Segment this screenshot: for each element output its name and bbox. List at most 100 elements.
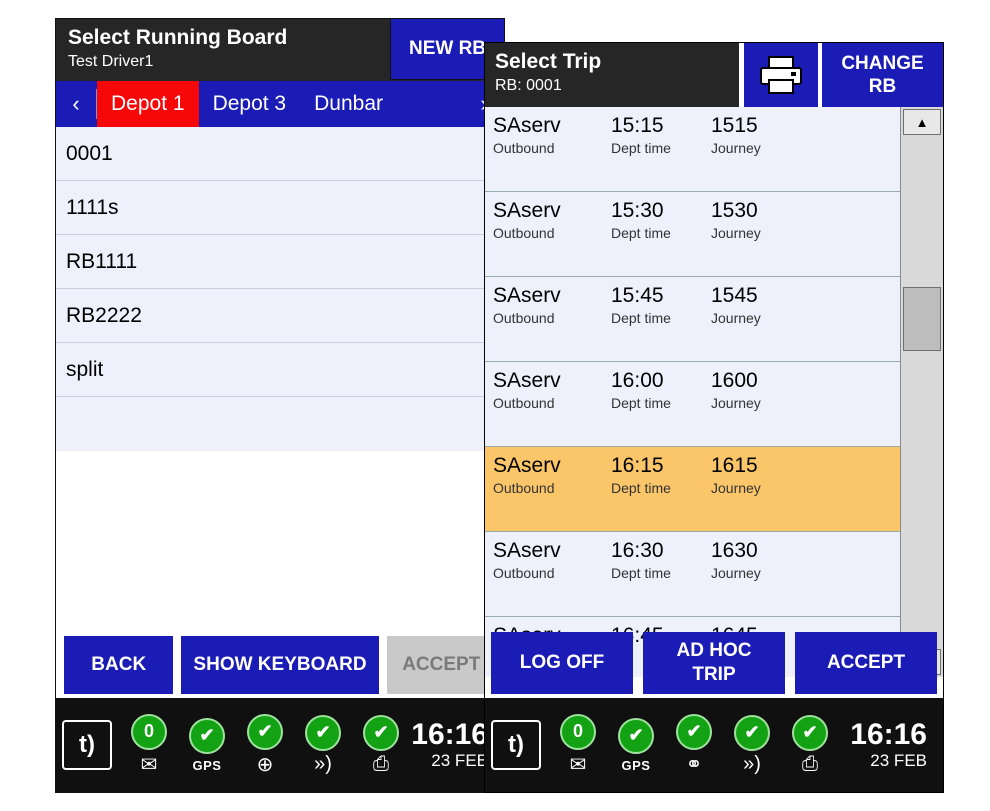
list-item[interactable]: split bbox=[56, 343, 504, 397]
trip-service-label: Outbound bbox=[493, 565, 555, 581]
accept-trip-button[interactable]: ACCEPT bbox=[795, 632, 937, 694]
back-status-bar: t) 0 ✉ ✔ GPS ✔ ⊕ ✔ ») ✔ ⎙ 16:16 23 FEB bbox=[56, 698, 504, 792]
trip-service-label: Outbound bbox=[493, 140, 555, 156]
trip-journey: 1615 bbox=[711, 454, 758, 477]
scrollbar[interactable]: ▲ ▼ bbox=[900, 107, 943, 677]
status-messages[interactable]: 0 ✉ bbox=[120, 713, 178, 777]
check-icon: ✔ bbox=[734, 714, 770, 751]
check-icon: ✔ bbox=[305, 714, 341, 751]
depot-navbar: ‹ Depot 1 Depot 3 Dunbar › bbox=[56, 81, 504, 127]
trip-journey-label: Journey bbox=[711, 480, 761, 496]
front-window-header: Select Trip RB: 0001 bbox=[485, 43, 739, 107]
change-rb-button[interactable]: CHANGE RB bbox=[822, 43, 943, 107]
status-printer[interactable]: ✔ ⎙ bbox=[781, 714, 839, 776]
trip-dept-label: Dept time bbox=[611, 395, 671, 411]
trip-service-label: Outbound bbox=[493, 395, 555, 411]
trip-dept-label: Dept time bbox=[611, 225, 671, 241]
trip-journey: 1630 bbox=[711, 539, 758, 562]
show-keyboard-button[interactable]: SHOW KEYBOARD bbox=[181, 636, 379, 694]
check-icon: ✔ bbox=[189, 717, 225, 754]
scrollbar-thumb[interactable] bbox=[903, 287, 941, 351]
list-item[interactable]: RB2222 bbox=[56, 289, 504, 343]
log-off-button[interactable]: LOG OFF bbox=[491, 632, 633, 694]
trip-journey-label: Journey bbox=[711, 565, 761, 581]
front-window-button-row: LOG OFF AD HOC TRIP ACCEPT bbox=[485, 628, 943, 698]
trip-dept: 15:45 bbox=[611, 284, 664, 307]
trip-dept-label: Dept time bbox=[611, 480, 671, 496]
printer-icon: ⎙ bbox=[373, 752, 389, 775]
status-radio[interactable]: ✔ ») bbox=[294, 714, 352, 776]
trip-service-label: Outbound bbox=[493, 225, 555, 241]
trip-dept-label: Dept time bbox=[611, 565, 671, 581]
list-item[interactable]: 0001 bbox=[56, 127, 504, 181]
message-count-badge: 0 bbox=[131, 713, 167, 750]
change-rb-line1: CHANGE bbox=[841, 53, 924, 74]
check-icon: ✔ bbox=[618, 717, 654, 754]
signal-icon: ») bbox=[743, 752, 761, 775]
scroll-up-button[interactable]: ▲ bbox=[903, 109, 941, 135]
list-item[interactable]: 1111s bbox=[56, 181, 504, 235]
trip-dept-label: Dept time bbox=[611, 140, 671, 156]
accept-button[interactable]: ACCEPT bbox=[386, 636, 496, 694]
trip-journey-label: Journey bbox=[711, 395, 761, 411]
table-row[interactable]: SAserv Outbound 15:15 Dept time 1515 Jou… bbox=[485, 107, 901, 192]
print-button[interactable] bbox=[744, 43, 818, 107]
trip-journey: 1515 bbox=[711, 114, 758, 137]
trip-service-label: Outbound bbox=[493, 310, 555, 326]
trip-service: SAserv bbox=[493, 369, 561, 392]
status-messages[interactable]: 0 ✉ bbox=[549, 713, 607, 777]
trip-journey-label: Journey bbox=[711, 225, 761, 241]
running-board-list: 0001 1111s RB1111 RB2222 split bbox=[56, 127, 504, 451]
list-item[interactable] bbox=[56, 397, 504, 451]
running-board-id: RB: 0001 bbox=[495, 77, 562, 94]
app-logo: t) bbox=[491, 720, 541, 770]
trip-list: SAserv Outbound 15:15 Dept time 1515 Jou… bbox=[485, 107, 901, 677]
table-row[interactable]: SAserv Outbound 16:00 Dept time 1600 Jou… bbox=[485, 362, 901, 447]
status-gps[interactable]: ✔ GPS bbox=[607, 717, 665, 773]
clock-date: 23 FEB bbox=[431, 751, 488, 770]
check-icon: ✔ bbox=[363, 714, 399, 751]
trip-dept: 15:15 bbox=[611, 114, 664, 137]
trip-list-area: SAserv Outbound 15:15 Dept time 1515 Jou… bbox=[485, 107, 943, 677]
table-row[interactable]: SAserv Outbound 15:30 Dept time 1530 Jou… bbox=[485, 192, 901, 277]
trip-dept: 15:30 bbox=[611, 199, 664, 222]
table-row-selected[interactable]: SAserv Outbound 16:15 Dept time 1615 Jou… bbox=[485, 447, 901, 532]
trip-service: SAserv bbox=[493, 284, 561, 307]
table-row[interactable]: SAserv Outbound 15:45 Dept time 1545 Jou… bbox=[485, 277, 901, 362]
prev-depot-icon[interactable]: ‹ bbox=[56, 81, 96, 127]
status-printer[interactable]: ✔ ⎙ bbox=[352, 714, 410, 776]
back-button[interactable]: BACK bbox=[64, 636, 174, 694]
trip-journey: 1530 bbox=[711, 199, 758, 222]
mail-icon: ✉ bbox=[569, 753, 587, 776]
depot-tab-3[interactable]: Dunbar bbox=[300, 81, 397, 127]
list-item[interactable]: RB1111 bbox=[56, 235, 504, 289]
status-network[interactable]: ✔ ⊕ bbox=[236, 713, 294, 777]
select-trip-window: Select Trip RB: 0001 CHANGE RB SAserv Ou… bbox=[484, 42, 944, 793]
printer-icon bbox=[760, 56, 802, 94]
gps-label: GPS bbox=[192, 757, 222, 773]
trip-service-label: Outbound bbox=[493, 480, 555, 496]
status-radio[interactable]: ✔ ») bbox=[723, 714, 781, 776]
trip-service: SAserv bbox=[493, 539, 561, 562]
depot-tab-1[interactable]: Depot 1 bbox=[97, 81, 199, 127]
clock-date: 23 FEB bbox=[870, 751, 927, 770]
depot-tab-2[interactable]: Depot 3 bbox=[199, 81, 301, 127]
ad-hoc-trip-button[interactable]: AD HOC TRIP bbox=[643, 632, 785, 694]
app-logo: t) bbox=[62, 720, 112, 770]
globe-icon: ⚭ bbox=[685, 753, 703, 776]
clock-time: 16:16 bbox=[850, 718, 927, 751]
table-row[interactable]: SAserv Outbound 16:30 Dept time 1630 Jou… bbox=[485, 532, 901, 617]
gps-label: GPS bbox=[621, 757, 651, 773]
trip-dept: 16:00 bbox=[611, 369, 664, 392]
globe-icon: ⊕ bbox=[256, 753, 274, 776]
trip-journey: 1545 bbox=[711, 284, 758, 307]
trip-journey-label: Journey bbox=[711, 310, 761, 326]
select-running-board-window: Select Running Board Test Driver1 ‹ Depo… bbox=[55, 18, 505, 793]
check-icon: ✔ bbox=[247, 713, 283, 750]
status-network[interactable]: ✔ ⚭ bbox=[665, 713, 723, 777]
trip-service: SAserv bbox=[493, 114, 561, 137]
status-gps[interactable]: ✔ GPS bbox=[178, 717, 236, 773]
trip-journey-label: Journey bbox=[711, 140, 761, 156]
front-page-title: Select Trip bbox=[495, 50, 602, 73]
clock-time: 16:16 bbox=[411, 718, 488, 751]
